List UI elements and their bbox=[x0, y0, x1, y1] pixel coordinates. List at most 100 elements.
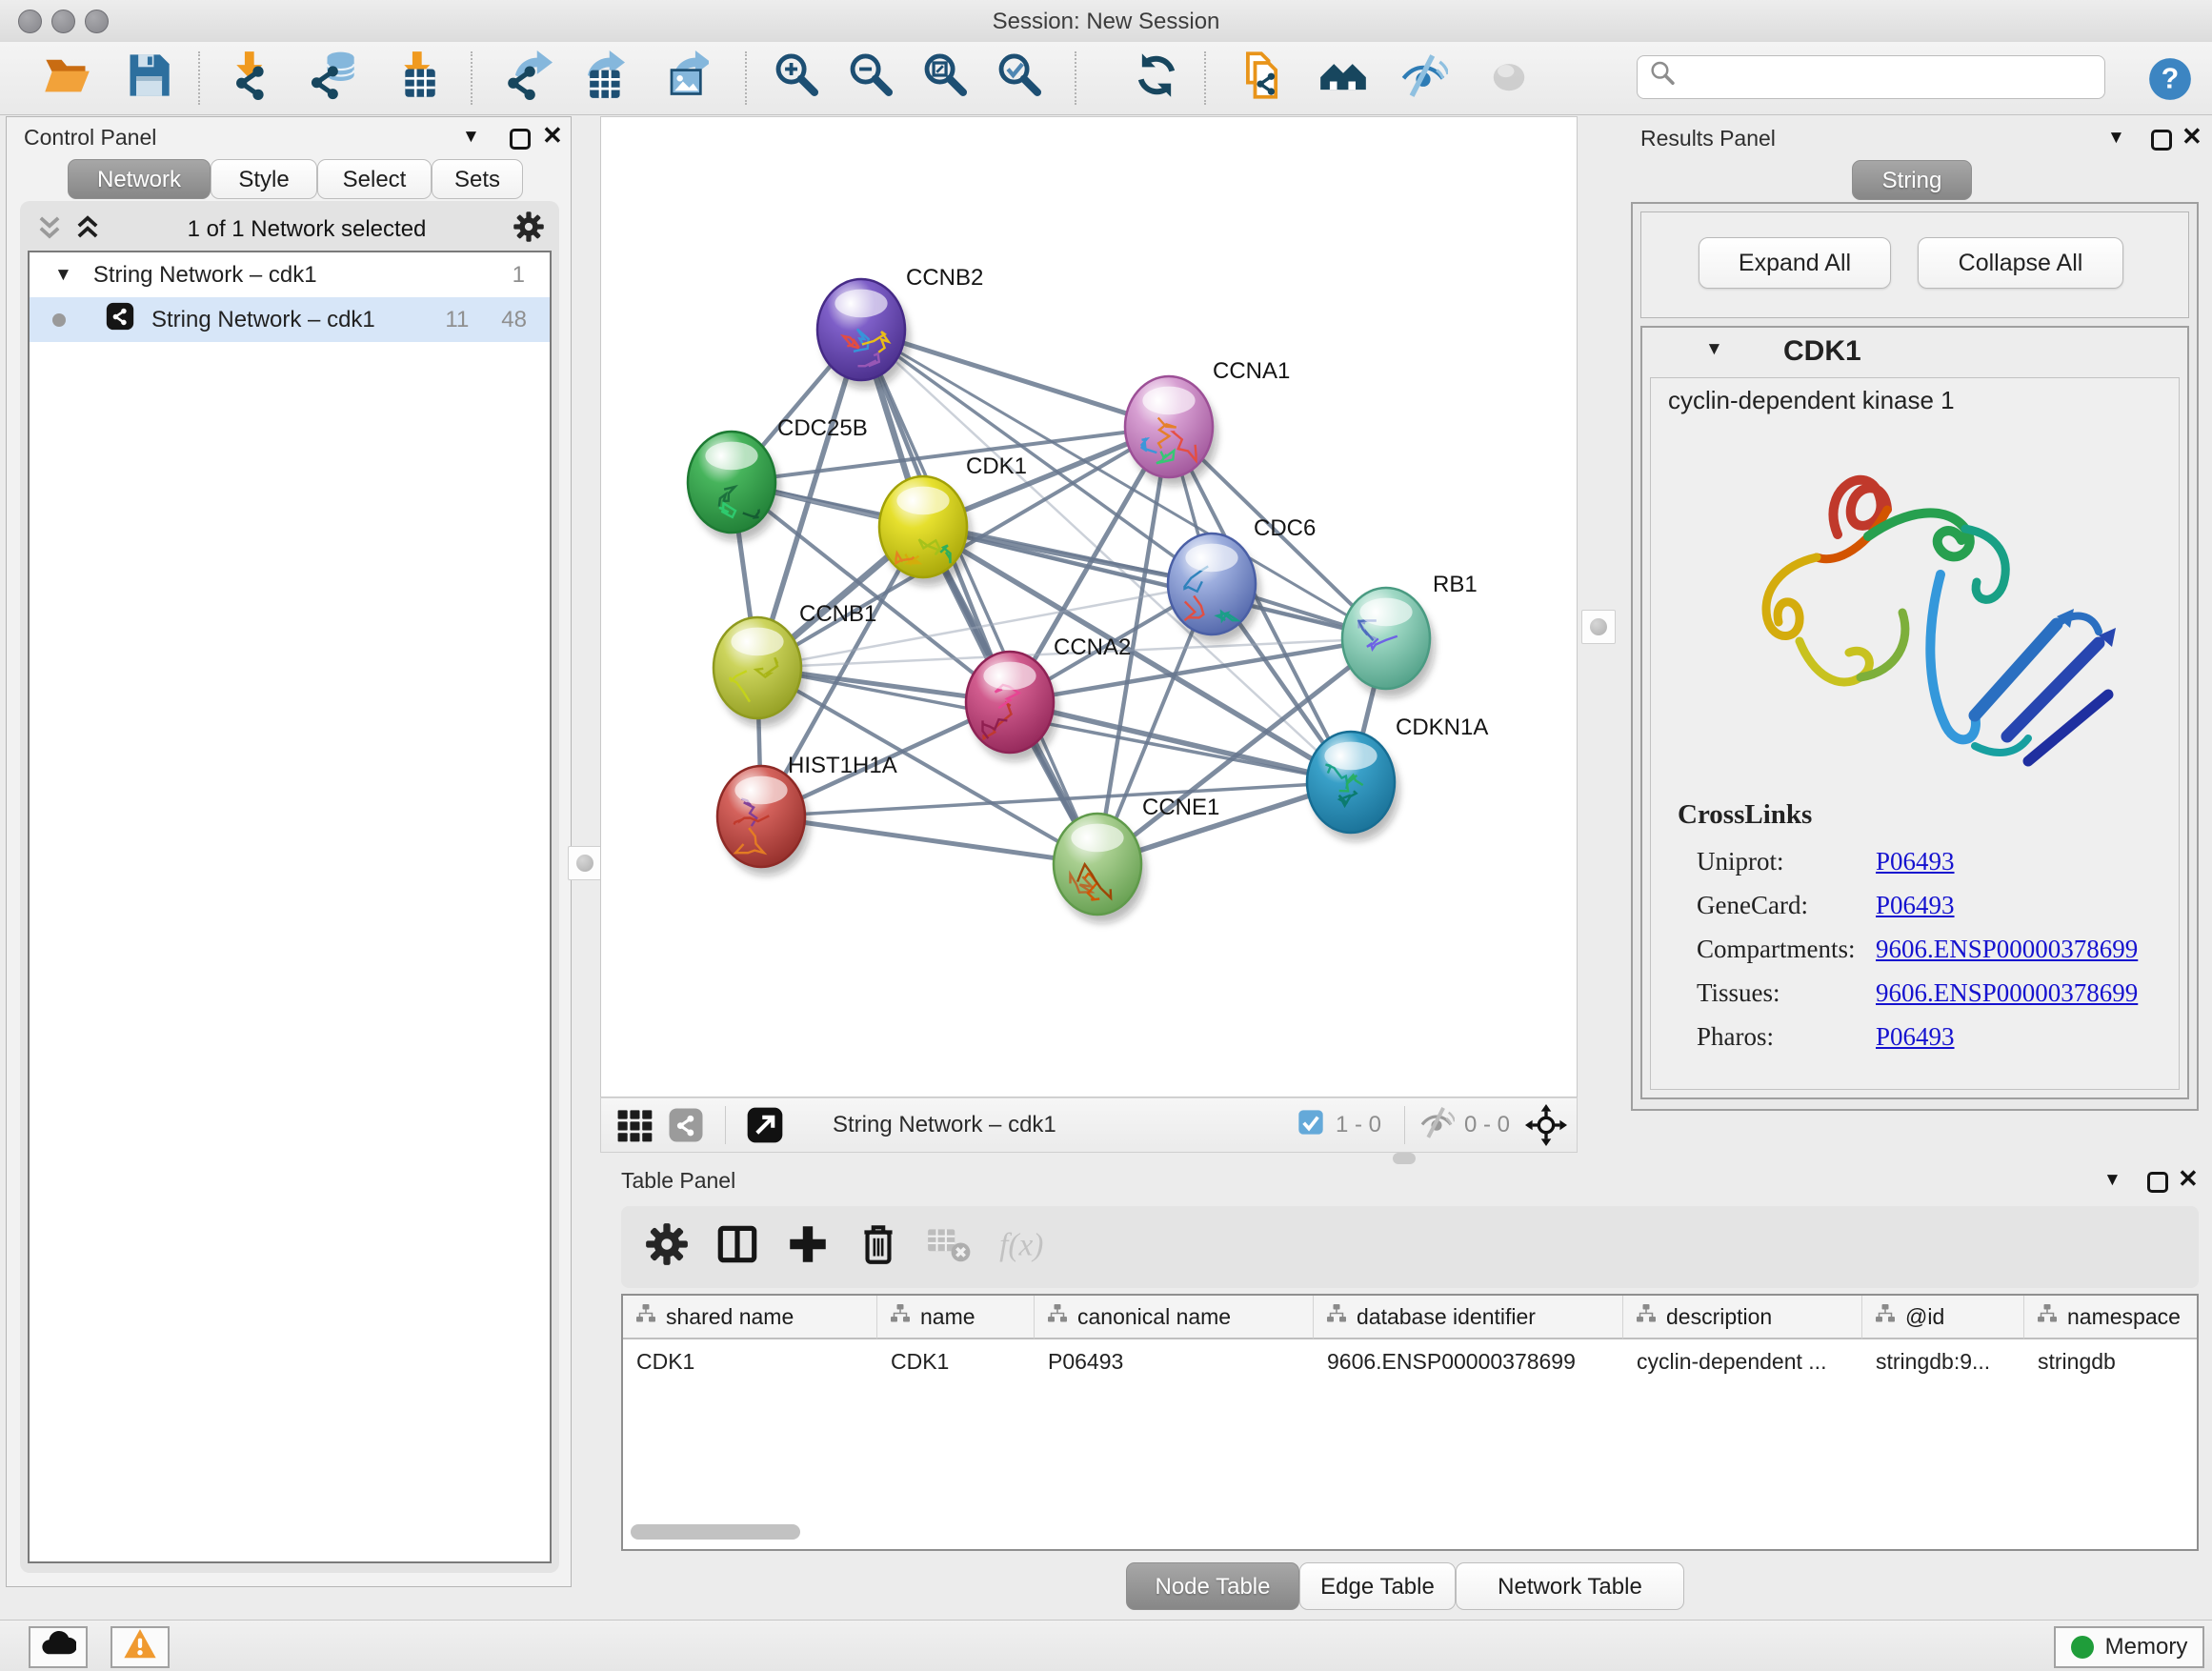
network-share-icon[interactable] bbox=[660, 1095, 712, 1156]
node-CCNE1[interactable]: CCNE1 bbox=[1054, 795, 1219, 923]
tab-select[interactable]: Select bbox=[317, 159, 432, 199]
node-CCNA1[interactable]: CCNA1 bbox=[1125, 358, 1290, 486]
splitter-handle[interactable] bbox=[568, 846, 602, 880]
close-panel-icon[interactable]: ✕ bbox=[2178, 1164, 2199, 1194]
zoom-fit-content-button[interactable] bbox=[916, 49, 974, 108]
table-cell[interactable]: CDK1 bbox=[623, 1341, 877, 1381]
warnings-button[interactable] bbox=[111, 1626, 170, 1668]
selected-checkbox-icon[interactable] bbox=[1296, 1107, 1326, 1143]
tab-sets[interactable]: Sets bbox=[432, 159, 523, 199]
open-session-button[interactable] bbox=[38, 49, 95, 108]
zoom-in-button[interactable] bbox=[768, 49, 825, 108]
memory-button[interactable]: Memory bbox=[2054, 1626, 2204, 1668]
tab-network-table[interactable]: Network Table bbox=[1456, 1562, 1684, 1610]
export-image-button[interactable] bbox=[655, 49, 713, 108]
network-graph[interactable]: CCNB2 CCNA1 CDC25B CDK1 CDC6 RB1 CCNB1 C… bbox=[601, 117, 1577, 1097]
edge[interactable] bbox=[1010, 702, 1351, 782]
network-tree-row[interactable]: ▼ String Network – cdk1 1 bbox=[30, 252, 550, 297]
hide-selected-button[interactable] bbox=[1395, 49, 1452, 108]
trash-icon bbox=[855, 1220, 902, 1274]
search-input[interactable] bbox=[1679, 64, 2083, 91]
zoom-out-button[interactable] bbox=[842, 49, 899, 108]
expand-collapse-icon[interactable]: ▼ bbox=[54, 265, 72, 286]
column-header-description[interactable]: description bbox=[1623, 1296, 1862, 1339]
function-builder-button[interactable]: f(x) bbox=[989, 1217, 1050, 1278]
close-panel-icon[interactable]: ✕ bbox=[542, 121, 563, 151]
table-cell[interactable]: 9606.ENSP00000378699 bbox=[1314, 1341, 1623, 1381]
zoom-selected-button[interactable] bbox=[991, 49, 1048, 108]
crosslink-link[interactable]: P06493 bbox=[1876, 891, 1955, 920]
node-CDC25B[interactable]: CDC25B bbox=[688, 415, 868, 541]
close-panel-icon[interactable]: ✕ bbox=[2182, 122, 2202, 151]
show-columns-button[interactable] bbox=[707, 1217, 768, 1278]
maximize-panel-icon[interactable] bbox=[2151, 130, 2172, 151]
horizontal-scrollbar[interactable] bbox=[631, 1524, 800, 1540]
table-panel: Table Panel ▼ ✕ f(x) shared nameCDK1 nam… bbox=[600, 1158, 2212, 1620]
tab-node-table[interactable]: Node Table bbox=[1126, 1562, 1299, 1610]
delete-table-button[interactable] bbox=[918, 1217, 979, 1278]
import-network-from-database-button[interactable] bbox=[305, 49, 362, 108]
tab-network[interactable]: Network bbox=[68, 159, 211, 199]
float-panel-icon[interactable]: ▼ bbox=[2107, 128, 2125, 149]
network-canvas[interactable]: CCNB2 CCNA1 CDC25B CDK1 CDC6 RB1 CCNB1 C… bbox=[600, 116, 1578, 1097]
column-header-namespace[interactable]: namespace bbox=[2024, 1296, 2199, 1339]
import-network-from-file-button[interactable] bbox=[217, 49, 274, 108]
node-RB1[interactable]: RB1 bbox=[1342, 572, 1478, 697]
crosslink-link[interactable]: P06493 bbox=[1876, 1022, 1955, 1052]
first-neighbors-button[interactable] bbox=[1315, 49, 1372, 108]
maximize-panel-icon[interactable] bbox=[2147, 1172, 2168, 1193]
crosslink-link[interactable]: 9606.ENSP00000378699 bbox=[1876, 978, 2138, 1008]
crosslink-link[interactable]: P06493 bbox=[1876, 847, 1955, 876]
show-all-hidden-button[interactable] bbox=[1480, 49, 1538, 108]
node-CCNB2[interactable]: CCNB2 bbox=[817, 265, 983, 389]
detach-view-icon[interactable] bbox=[739, 1095, 791, 1156]
float-panel-icon[interactable]: ▼ bbox=[462, 127, 480, 148]
delete-column-button[interactable] bbox=[848, 1217, 909, 1278]
edge[interactable] bbox=[861, 330, 1097, 864]
export-table-button[interactable] bbox=[572, 49, 629, 108]
help-button[interactable]: ? bbox=[2142, 52, 2199, 111]
tab-string[interactable]: String bbox=[1852, 160, 1972, 200]
expand-all-button[interactable]: Expand All bbox=[1699, 237, 1891, 289]
node-CDC6[interactable]: CDC6 bbox=[1168, 515, 1316, 643]
tab-style[interactable]: Style bbox=[211, 159, 317, 199]
grid-view-icon[interactable] bbox=[609, 1095, 660, 1156]
float-panel-icon[interactable]: ▼ bbox=[2103, 1170, 2122, 1191]
create-column-button[interactable] bbox=[777, 1217, 838, 1278]
node-CDKN1A[interactable]: CDKN1A bbox=[1307, 715, 1488, 841]
maximize-panel-icon[interactable] bbox=[510, 129, 531, 150]
table-cell[interactable]: stringdb:9... bbox=[1862, 1341, 2024, 1381]
expand-all-networks-icon[interactable] bbox=[73, 212, 102, 247]
tab-edge-table[interactable]: Edge Table bbox=[1299, 1562, 1456, 1610]
collapse-all-networks-icon[interactable] bbox=[35, 212, 64, 247]
table-cell[interactable]: cyclin-dependent ... bbox=[1623, 1341, 1862, 1381]
table-cell[interactable]: stringdb bbox=[2024, 1341, 2199, 1381]
edge[interactable] bbox=[761, 816, 1097, 864]
table-settings-button[interactable] bbox=[636, 1217, 697, 1278]
table-cell[interactable]: P06493 bbox=[1035, 1341, 1314, 1381]
column-header-name[interactable]: name bbox=[877, 1296, 1035, 1339]
crosslink-link[interactable]: 9606.ENSP00000378699 bbox=[1876, 935, 2138, 964]
node-CDK1[interactable]: CDK1 bbox=[879, 453, 1027, 586]
clone-network-button[interactable] bbox=[1233, 49, 1290, 108]
fit-selected-crosshair-icon[interactable] bbox=[1519, 1095, 1573, 1156]
node-HIST1H1A[interactable]: HIST1H1A bbox=[717, 753, 897, 876]
search-field[interactable] bbox=[1637, 55, 2105, 99]
network-tab-content: 1 of 1 Network selected ▼ String Network… bbox=[20, 201, 559, 1573]
table-cell[interactable]: CDK1 bbox=[877, 1341, 1035, 1381]
network-options-gear-icon[interactable] bbox=[512, 210, 546, 250]
column-header-canonical-name[interactable]: canonical name bbox=[1035, 1296, 1314, 1339]
export-network-button[interactable] bbox=[499, 49, 556, 108]
window-title: Session: New Session bbox=[0, 9, 2212, 35]
apply-preferred-layout-button[interactable] bbox=[1128, 49, 1185, 108]
cloud-button[interactable] bbox=[29, 1626, 88, 1668]
collapse-gene-icon[interactable]: ▼ bbox=[1705, 339, 1723, 360]
column-header--id[interactable]: @id bbox=[1862, 1296, 2024, 1339]
column-header-database-identifier[interactable]: database identifier bbox=[1314, 1296, 1623, 1339]
collapse-all-button[interactable]: Collapse All bbox=[1918, 237, 2123, 289]
network-tree-row[interactable]: String Network – cdk1 11 48 bbox=[30, 297, 550, 342]
save-session-button[interactable] bbox=[120, 49, 177, 108]
splitter-handle[interactable] bbox=[1581, 610, 1616, 644]
column-header-shared-name[interactable]: shared name bbox=[623, 1296, 877, 1339]
import-table-from-file-button[interactable] bbox=[385, 49, 442, 108]
